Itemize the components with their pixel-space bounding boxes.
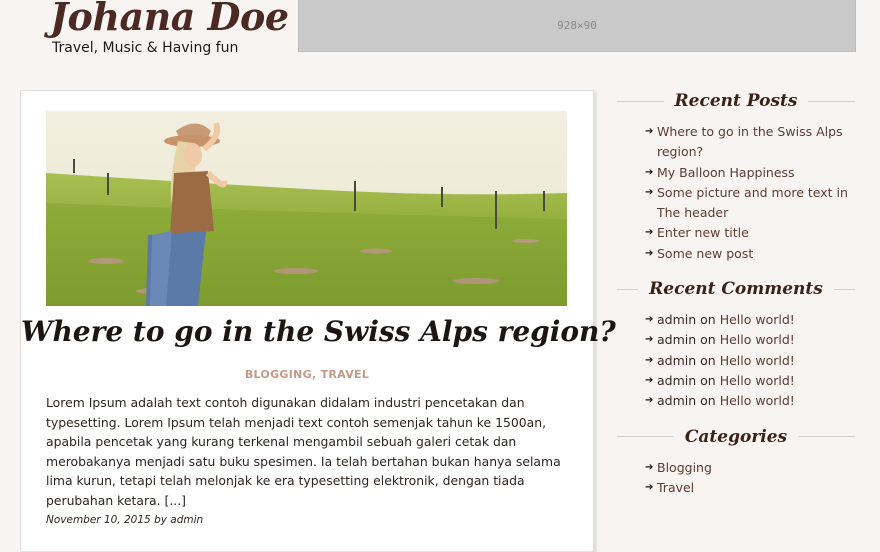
recent-comment-item: ➔ admin on Hello world! <box>645 310 855 330</box>
site-title[interactable]: Johana Doe <box>50 0 289 39</box>
arrow-right-icon: ➔ <box>645 126 654 137</box>
recent-comment-item: ➔ admin on Hello world! <box>645 330 855 350</box>
arrow-right-icon: ➔ <box>645 227 654 239</box>
recent-post-item[interactable]: ➔ Some picture and more text in The heade… <box>645 183 855 224</box>
comment-author: admin <box>657 312 697 328</box>
category-item[interactable]: ➔ Blogging <box>645 458 855 478</box>
arrow-right-icon: ➔ <box>645 314 654 326</box>
comment-author: admin <box>657 393 697 409</box>
comment-author: admin <box>657 332 697 348</box>
category-link-blogging[interactable]: BLOGGING <box>245 368 312 381</box>
arrow-right-icon: ➔ <box>645 334 654 346</box>
recent-comment-item: ➔ admin on Hello world! <box>645 371 855 391</box>
post-featured-image[interactable] <box>46 111 567 306</box>
comment-on-text: on <box>700 352 716 368</box>
sidebar: Recent Posts ➔ Where to go in the Swiss A… <box>617 86 855 498</box>
post-excerpt: Lorem Ipsum adalah text contoh digunakan… <box>46 395 561 508</box>
widget-title-recent-posts: Recent Posts <box>674 91 798 111</box>
comment-post-link[interactable]: Hello world! <box>720 353 795 368</box>
comment-post-link[interactable]: Hello world! <box>720 332 795 347</box>
widget-title-categories: Categories <box>684 426 788 447</box>
widget-categories: Categories ➔ Blogging ➔ Travel <box>617 422 855 499</box>
ad-banner[interactable]: 928×90 <box>298 0 856 52</box>
category-item[interactable]: ➔ Travel <box>645 478 855 498</box>
site-tagline: Travel, Music & Having fun <box>52 40 239 56</box>
arrow-right-icon: ➔ <box>645 354 654 366</box>
arrow-right-icon: ➔ <box>645 461 654 473</box>
comment-on-text: on <box>700 332 716 348</box>
post-by: by <box>154 514 167 526</box>
recent-post-item[interactable]: ➔ Some new post <box>645 244 855 264</box>
comment-post-link[interactable]: Hello world! <box>720 373 795 388</box>
arrow-right-icon: ➔ <box>645 374 654 386</box>
widget-recent-comments: Recent Comments ➔ admin on Hello world! ➔… <box>617 274 855 411</box>
ad-banner-label: 928×90 <box>557 19 597 32</box>
post-card: Where to go in the Swiss Alps region? BL… <box>20 90 616 552</box>
arrow-right-icon: ➔ <box>645 395 654 407</box>
comment-on-text: on <box>700 312 716 328</box>
widget-title-recent-comments: Recent Comments <box>649 279 823 300</box>
category-link-travel[interactable]: TRAVEL <box>321 368 370 381</box>
comment-post-link[interactable]: Hello world! <box>720 393 795 408</box>
post-author[interactable]: admin <box>170 514 203 526</box>
comment-on-text: on <box>700 372 716 388</box>
comment-author: admin <box>657 352 697 368</box>
arrow-right-icon: ➔ <box>645 166 654 178</box>
post-title[interactable]: Where to go in the Swiss Alps region? <box>21 315 616 348</box>
recent-post-item[interactable]: ➔ Where to go in the Swiss Alps region? <box>645 122 855 163</box>
comment-post-link[interactable]: Hello world! <box>720 312 795 327</box>
comment-author: admin <box>657 372 697 388</box>
comment-on-text: on <box>700 393 716 409</box>
post-categories: BLOGGING, TRAVEL <box>21 368 593 381</box>
post-meta: November 10, 2015 by admin <box>46 514 203 526</box>
widget-recent-posts: Recent Posts ➔ Where to go in the Swiss A… <box>617 86 855 264</box>
category-separator: , <box>311 368 321 381</box>
recent-comment-item: ➔ admin on Hello world! <box>645 351 855 371</box>
post-date[interactable]: November 10, 2015 <box>46 514 151 526</box>
recent-comment-item: ➔ admin on Hello world! <box>645 391 855 411</box>
arrow-right-icon: ➔ <box>645 247 654 259</box>
arrow-right-icon: ➔ <box>645 481 654 493</box>
recent-post-item[interactable]: ➔ My Balloon Happiness <box>645 163 855 183</box>
recent-post-item[interactable]: ➔ Enter new title <box>645 223 855 243</box>
arrow-right-icon: ➔ <box>645 186 654 198</box>
